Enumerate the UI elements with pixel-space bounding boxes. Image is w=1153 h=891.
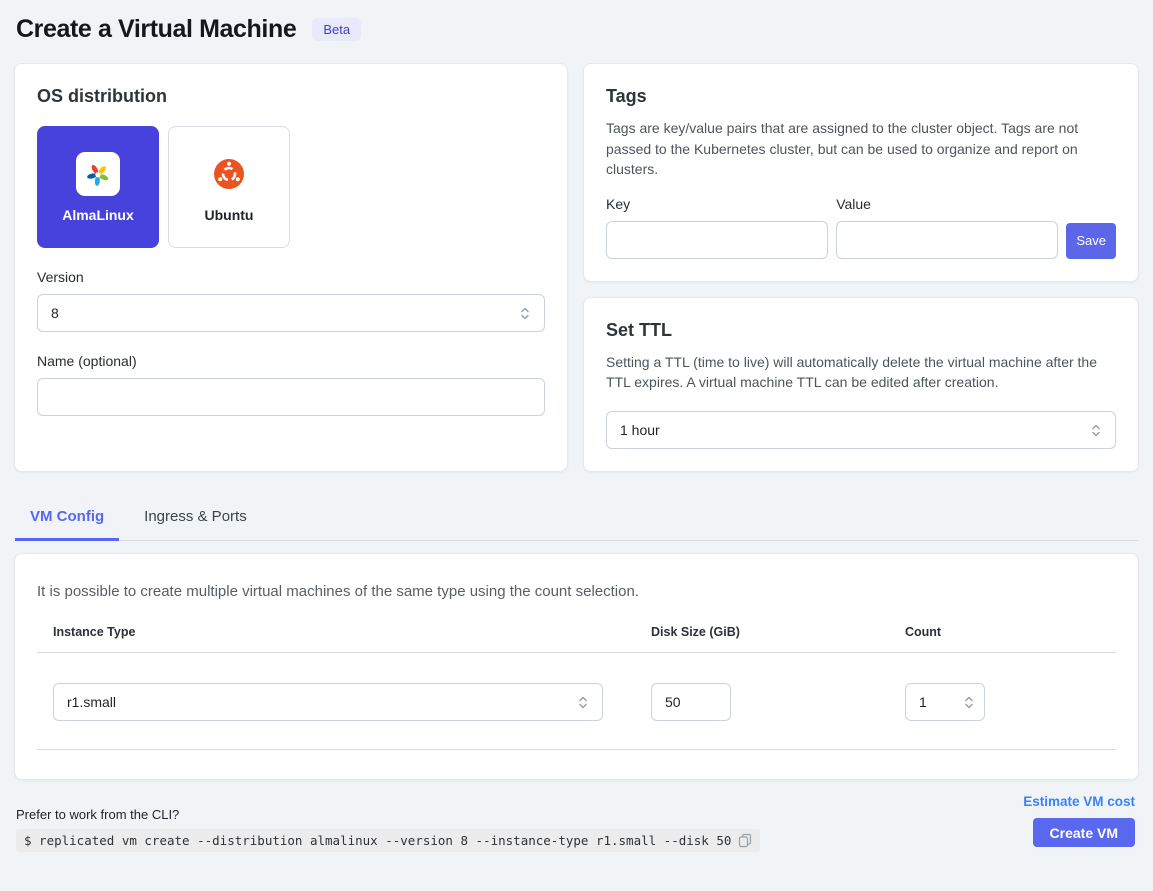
ttl-description: Setting a TTL (time to live) will automa… xyxy=(606,352,1116,393)
disk-size-cell xyxy=(635,683,889,721)
right-column: Tags Tags are key/value pairs that are a… xyxy=(583,63,1139,472)
footer-actions: Estimate VM cost Create VM xyxy=(1023,794,1135,852)
estimate-vm-cost-link[interactable]: Estimate VM cost xyxy=(1023,794,1135,809)
os-tile-ubuntu[interactable]: Ubuntu xyxy=(168,126,290,248)
tags-description: Tags are key/value pairs that are assign… xyxy=(606,118,1116,180)
name-input[interactable] xyxy=(37,378,545,416)
top-cards-row: OS distribution AlmaLin xyxy=(0,63,1153,472)
ttl-select-value: 1 hour xyxy=(620,422,660,438)
tag-key-input[interactable] xyxy=(606,221,828,259)
ttl-select[interactable]: 1 hour xyxy=(606,411,1116,449)
chevron-updown-icon xyxy=(519,306,531,321)
vm-config-card: It is possible to create multiple virtua… xyxy=(14,553,1139,780)
instance-type-cell: r1.small xyxy=(37,683,635,721)
count-stepper[interactable] xyxy=(905,683,985,721)
instance-type-value: r1.small xyxy=(67,694,116,710)
tag-value-label: Value xyxy=(836,196,1058,212)
tag-key-label: Key xyxy=(606,196,828,212)
vm-table: Instance Type Disk Size (GiB) Count r1.s… xyxy=(37,625,1116,750)
almalinux-icon xyxy=(76,152,120,196)
table-row: r1.small xyxy=(37,653,1116,750)
tab-bar: VM Config Ingress & Ports xyxy=(15,498,1138,541)
create-vm-button[interactable]: Create VM xyxy=(1033,818,1135,847)
tab-ingress-ports[interactable]: Ingress & Ports xyxy=(129,498,262,541)
beta-badge: Beta xyxy=(312,18,361,41)
name-label: Name (optional) xyxy=(37,353,545,369)
cli-prompt: Prefer to work from the CLI? xyxy=(16,807,760,822)
footer: Prefer to work from the CLI? $ replicate… xyxy=(0,780,1153,852)
vm-config-note: It is possible to create multiple virtua… xyxy=(37,583,1116,600)
set-ttl-card: Set TTL Setting a TTL (time to live) wil… xyxy=(583,297,1139,472)
tags-card: Tags Tags are key/value pairs that are a… xyxy=(583,63,1139,282)
column-count: Count xyxy=(889,625,1116,639)
os-tile-label: Ubuntu xyxy=(205,207,254,223)
cli-block: Prefer to work from the CLI? $ replicate… xyxy=(16,807,760,852)
tab-vm-config[interactable]: VM Config xyxy=(15,498,119,541)
ttl-card-title: Set TTL xyxy=(606,320,1116,341)
tag-value-col: Value xyxy=(836,196,1058,259)
chevron-updown-icon xyxy=(1090,423,1102,438)
copy-icon[interactable] xyxy=(738,833,752,848)
cli-command: $ replicated vm create --distribution al… xyxy=(24,833,731,848)
os-tile-almalinux[interactable]: AlmaLinux xyxy=(37,126,159,248)
count-input[interactable] xyxy=(908,694,948,710)
page-title: Create a Virtual Machine xyxy=(16,15,296,44)
os-distribution-card: OS distribution AlmaLin xyxy=(14,63,568,472)
disk-size-input[interactable] xyxy=(651,683,731,721)
version-label: Version xyxy=(37,269,545,285)
version-select[interactable]: 8 xyxy=(37,294,545,332)
tag-key-col: Key xyxy=(606,196,828,259)
instance-type-select[interactable]: r1.small xyxy=(53,683,603,721)
os-card-title: OS distribution xyxy=(37,86,545,107)
tags-form: Key Value Save xyxy=(606,196,1116,259)
count-cell xyxy=(889,683,1116,721)
os-tiles: AlmaLinux Ubuntu xyxy=(37,126,545,248)
ubuntu-icon xyxy=(207,152,251,196)
cli-command-bar: $ replicated vm create --distribution al… xyxy=(16,829,760,852)
chevron-updown-icon xyxy=(577,695,589,710)
vm-table-header: Instance Type Disk Size (GiB) Count xyxy=(37,625,1116,653)
version-select-value: 8 xyxy=(51,305,59,321)
tags-card-title: Tags xyxy=(606,86,1116,107)
column-instance-type: Instance Type xyxy=(37,625,635,639)
column-disk-size: Disk Size (GiB) xyxy=(635,625,889,639)
os-tile-label: AlmaLinux xyxy=(62,207,134,223)
save-tag-button[interactable]: Save xyxy=(1066,223,1116,259)
tag-value-input[interactable] xyxy=(836,221,1058,259)
chevron-updown-icon[interactable] xyxy=(963,695,975,710)
page-header: Create a Virtual Machine Beta xyxy=(0,0,1153,63)
